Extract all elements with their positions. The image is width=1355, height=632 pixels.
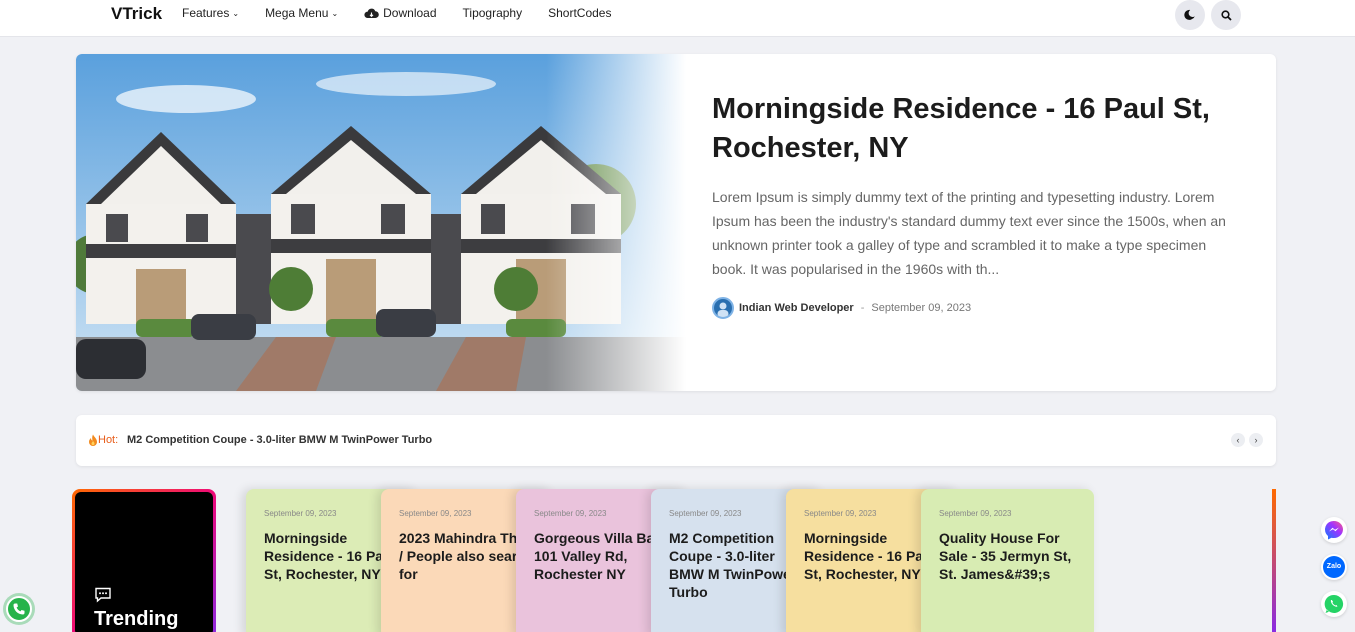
trending-inner: Trending <box>75 492 213 632</box>
card-date: September 09, 2023 <box>804 509 877 518</box>
ticker-next-button[interactable]: › <box>1249 433 1263 447</box>
nav-download-label: Download <box>383 6 437 20</box>
dark-mode-toggle[interactable] <box>1175 0 1205 30</box>
fire-icon <box>89 434 97 446</box>
whatsapp-button[interactable] <box>1321 591 1347 617</box>
site-logo[interactable]: VTrick <box>111 4 162 24</box>
nav-features-label: Features <box>182 6 230 20</box>
card-date: September 09, 2023 <box>669 509 742 518</box>
hot-ticker: Hot: M2 Competition Coupe - 3.0-liter BM… <box>76 415 1276 466</box>
featured-post-excerpt: Lorem Ipsum is simply dummy text of the … <box>712 189 1226 277</box>
nav-shortcodes-label: ShortCodes <box>548 6 612 20</box>
nav-features[interactable]: Features ⌄ <box>182 6 239 20</box>
nav-mega-menu[interactable]: Mega Menu ⌄ <box>265 6 338 20</box>
nav-download[interactable]: Download <box>364 6 437 20</box>
card-title-line: Quality House For <box>939 530 1060 546</box>
nav-tipography[interactable]: Tipography <box>463 6 523 20</box>
hot-label: Hot: <box>98 434 119 446</box>
card-title-line: St. James&#39;s <box>939 566 1051 582</box>
meta-separator: - <box>860 302 865 314</box>
search-icon <box>1220 9 1232 21</box>
zalo-label: Zalo <box>1323 556 1345 578</box>
nav-shortcodes[interactable]: ShortCodes <box>548 6 611 20</box>
trending-box: Trending <box>72 489 216 632</box>
phone-icon <box>13 603 25 615</box>
author-avatar[interactable] <box>712 297 734 319</box>
nav-mega-menu-label: Mega Menu <box>265 6 329 20</box>
call-button[interactable] <box>6 596 32 622</box>
hot-badge: Hot: <box>88 434 118 446</box>
chevron-down-icon: ⌄ <box>232 8 240 18</box>
card-date: September 09, 2023 <box>534 509 607 518</box>
messenger-button[interactable] <box>1321 517 1347 543</box>
featured-post-title[interactable]: Morningside Residence - 16 Paul St, Roch… <box>712 90 1252 168</box>
nav-tipography-label: Tipography <box>462 6 523 20</box>
card-title[interactable]: Quality House For Sale - 35 Jermyn St, St.… <box>939 529 1089 583</box>
post-card[interactable]: September 09, 2023 Quality House For Sale … <box>921 489 1094 632</box>
moon-icon <box>1184 9 1195 20</box>
image-fade-overlay <box>546 54 686 391</box>
card-date: September 09, 2023 <box>939 509 1012 518</box>
post-date: September 09, 2023 <box>871 302 972 314</box>
chevron-down-icon: ⌄ <box>331 8 339 18</box>
featured-post[interactable]: Morningside Residence - 16 Paul St, Roch… <box>76 54 1276 391</box>
side-strip <box>1272 489 1276 632</box>
messenger-icon <box>1324 520 1343 540</box>
main-nav: Features ⌄ Mega Menu ⌄ Download Tipograp… <box>182 6 637 20</box>
ticker-headline[interactable]: M2 Competition Coupe - 3.0-liter BMW M T… <box>127 434 432 446</box>
zalo-button[interactable]: Zalo <box>1321 554 1347 580</box>
cloud-download-icon <box>364 8 379 18</box>
ticker-prev-button[interactable]: ‹ <box>1231 433 1245 447</box>
site-header: VTrick Features ⌄ Mega Menu ⌄ Download T… <box>0 0 1355 37</box>
chat-icon <box>95 587 111 603</box>
whatsapp-icon <box>1324 594 1344 613</box>
author-name[interactable]: Indian Web Developer <box>739 302 854 314</box>
card-title-line: Sale - 35 Jermyn St, <box>939 548 1072 564</box>
card-date: September 09, 2023 <box>264 509 337 518</box>
search-button[interactable] <box>1211 0 1241 30</box>
card-date: September 09, 2023 <box>399 509 472 518</box>
post-meta: Indian Web Developer - September 09, 202… <box>712 297 971 319</box>
trending-label: Trending <box>94 608 179 630</box>
